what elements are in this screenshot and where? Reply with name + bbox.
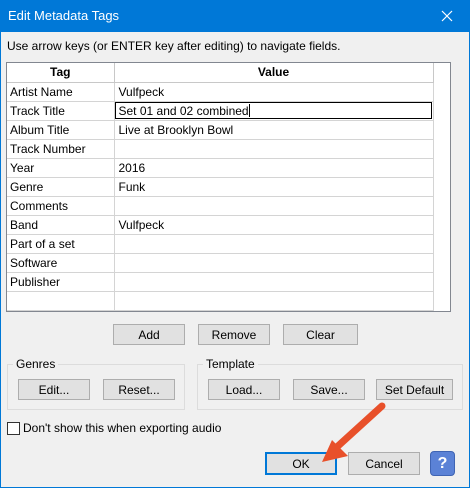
table-row[interactable]: Genre Funk xyxy=(7,177,434,197)
value-text[interactable]: Set 01 and 02 combined xyxy=(119,104,249,118)
table-row[interactable]: Artist Name Vulfpeck xyxy=(7,82,434,102)
dont-show-label[interactable]: Don't show this when exporting audio xyxy=(23,421,221,435)
table-row[interactable] xyxy=(7,291,434,311)
value-column-header: Value xyxy=(114,63,434,83)
pointer-arrow-icon xyxy=(322,402,386,462)
value-cell[interactable]: Funk xyxy=(114,177,434,197)
template-group-label: Template xyxy=(203,357,258,371)
value-cell[interactable] xyxy=(114,139,434,159)
close-button[interactable] xyxy=(424,0,470,32)
table-row[interactable]: Band Vulfpeck xyxy=(7,215,434,235)
tag-cell[interactable] xyxy=(7,291,115,311)
table-header-row: Tag Value xyxy=(7,63,434,83)
genres-reset-button[interactable]: Reset... xyxy=(103,379,175,400)
tag-cell[interactable]: Artist Name xyxy=(7,82,115,102)
text-caret xyxy=(248,103,250,117)
tag-cell[interactable]: Software xyxy=(7,253,115,273)
template-save-button[interactable]: Save... xyxy=(293,379,365,400)
table-row[interactable]: Album Title Live at Brooklyn Bowl xyxy=(7,120,434,140)
value-cell[interactable] xyxy=(114,291,434,311)
tag-cell[interactable]: Track Number xyxy=(7,139,115,159)
add-button[interactable]: Add xyxy=(113,324,185,345)
table-row[interactable]: Track Title Set 01 and 02 combined xyxy=(7,101,434,121)
instructions-text: Use arrow keys (or ENTER key after editi… xyxy=(7,39,341,53)
tag-cell[interactable]: Comments xyxy=(7,196,115,216)
tag-cell[interactable]: Band xyxy=(7,215,115,235)
tag-cell[interactable]: Part of a set xyxy=(7,234,115,254)
dont-show-checkbox[interactable] xyxy=(7,422,20,435)
template-set-default-button[interactable]: Set Default xyxy=(376,379,453,400)
tag-column-header: Tag xyxy=(7,63,115,83)
value-cell-editing[interactable]: Set 01 and 02 combined xyxy=(114,101,434,121)
template-load-button[interactable]: Load... xyxy=(208,379,280,400)
table-row[interactable]: Comments xyxy=(7,196,434,216)
table-row[interactable]: Part of a set xyxy=(7,234,434,254)
title-bar: Edit Metadata Tags xyxy=(0,0,470,32)
table-row[interactable]: Track Number xyxy=(7,139,434,159)
value-cell[interactable]: Vulfpeck xyxy=(114,82,434,102)
value-cell[interactable]: Live at Brooklyn Bowl xyxy=(114,120,434,140)
tag-cell[interactable]: Track Title xyxy=(7,101,115,121)
tag-cell[interactable]: Year xyxy=(7,158,115,178)
value-cell[interactable]: 2016 xyxy=(114,158,434,178)
value-cell[interactable] xyxy=(114,234,434,254)
table-row[interactable]: Year 2016 xyxy=(7,158,434,178)
table-row[interactable]: Software xyxy=(7,253,434,273)
table-row[interactable]: Publisher xyxy=(7,272,434,292)
value-cell[interactable] xyxy=(114,272,434,292)
close-icon xyxy=(441,10,453,22)
tag-cell[interactable]: Album Title xyxy=(7,120,115,140)
genres-group-label: Genres xyxy=(13,357,59,371)
value-cell[interactable]: Vulfpeck xyxy=(114,215,434,235)
metadata-table-container: Tag Value Artist Name Vulfpeck Track Tit… xyxy=(6,62,451,312)
remove-button[interactable]: Remove xyxy=(198,324,270,345)
help-button[interactable]: ? xyxy=(430,451,455,476)
value-cell[interactable] xyxy=(114,196,434,216)
genres-edit-button[interactable]: Edit... xyxy=(18,379,90,400)
help-icon: ? xyxy=(437,454,448,472)
tag-cell[interactable]: Genre xyxy=(7,177,115,197)
metadata-table: Tag Value Artist Name Vulfpeck Track Tit… xyxy=(7,63,434,311)
clear-button[interactable]: Clear xyxy=(283,324,358,345)
tag-cell[interactable]: Publisher xyxy=(7,272,115,292)
value-cell[interactable] xyxy=(114,253,434,273)
window-title: Edit Metadata Tags xyxy=(8,8,120,23)
